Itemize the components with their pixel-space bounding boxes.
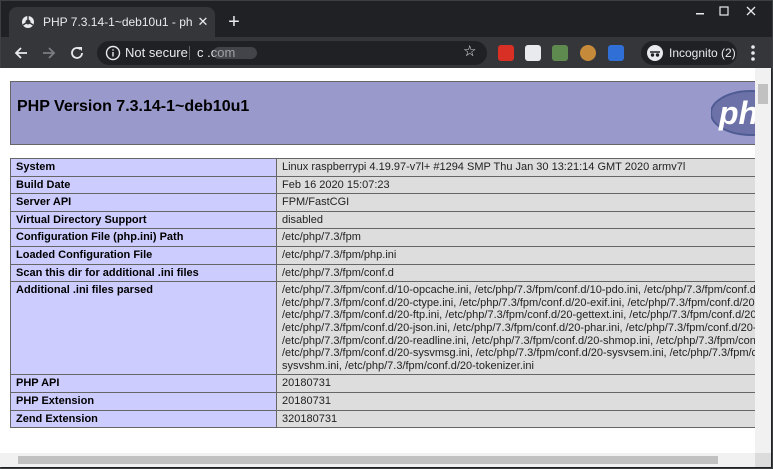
php-logo: php xyxy=(711,90,755,136)
row-value-line: /etc/php/7.3/fpm/conf.d xyxy=(282,266,394,279)
grid-extension-icon[interactable] xyxy=(552,45,568,61)
redacted-url-segment xyxy=(213,47,257,59)
row-value-line: /etc/php/7.3/fpm/conf.d/20-json.ini, /et… xyxy=(282,321,755,334)
phpinfo-header: PHP Version 7.3.14-1~deb10u1 php xyxy=(10,81,755,145)
row-value-line: /etc/php/7.3/fpm/php.ini xyxy=(282,248,397,261)
close-window-button[interactable] xyxy=(738,1,764,21)
minimize-button[interactable] xyxy=(687,1,713,21)
arrow-right-icon xyxy=(43,47,56,59)
tab-strip: PHP 7.3.14-1~deb10u1 - phpinfo() ✕ + xyxy=(1,1,772,37)
row-value: FPM/FastCGI xyxy=(276,193,755,212)
table-row: PHP Extension 20180731 xyxy=(10,391,755,411)
row-key: Build Date xyxy=(10,175,277,195)
row-value-line: disabled xyxy=(282,213,323,226)
row-value-line: FPM/FastCGI xyxy=(282,196,350,209)
table-row: Loaded Configuration File/etc/php/7.3/fp… xyxy=(10,245,755,265)
row-key: Additional .ini files parsed xyxy=(10,281,277,376)
row-value: Feb 16 2020 15:07:23 xyxy=(276,175,755,195)
chrome-globe-icon xyxy=(21,15,35,29)
omnibox-divider xyxy=(189,46,190,60)
table-row: Configuration File (php.ini) Path/etc/ph… xyxy=(10,228,755,247)
forward-button[interactable] xyxy=(37,41,61,65)
stop-extension-icon[interactable] xyxy=(498,45,514,61)
maximize-button[interactable] xyxy=(711,1,737,21)
horizontal-scroll-thumb[interactable] xyxy=(18,456,718,464)
horizontal-scrollbar[interactable] xyxy=(0,453,755,467)
row-value: 20180731 xyxy=(276,374,755,393)
vertical-scrollbar[interactable] xyxy=(755,68,771,453)
row-key: PHP Extension xyxy=(10,391,277,411)
back-button[interactable] xyxy=(9,41,33,65)
scrollbar-corner xyxy=(755,453,771,467)
row-value-line: /etc/php/7.3/fpm/conf.d/20-ftp.ini, /etc… xyxy=(282,309,755,322)
row-value-line: 320180731 xyxy=(282,412,338,425)
row-value-line: /etc/php/7.3/fpm/conf.d/20-sysvmsg.ini, … xyxy=(282,347,755,360)
table-row: Build Date Feb 16 2020 15:07:23 xyxy=(10,175,755,195)
row-value-line: Feb 16 2020 15:07:23 xyxy=(282,178,390,191)
row-value: /etc/php/7.3/fpm/php.ini xyxy=(276,245,755,265)
close-icon xyxy=(746,6,756,16)
row-value: Linux raspberrypi 4.19.97-v7l+ #1294 SMP… xyxy=(276,158,755,177)
row-value-line: /etc/php/7.3/fpm/conf.d/20-ctype.ini, /e… xyxy=(282,296,755,309)
table-row: PHP API 20180731 xyxy=(10,374,755,393)
row-value-line: Linux raspberrypi 4.19.97-v7l+ #1294 SMP… xyxy=(282,161,686,173)
reload-button[interactable] xyxy=(65,41,89,65)
row-value: /etc/php/7.3/fpm xyxy=(276,228,755,247)
table-row: Zend Extension 320180731 xyxy=(10,409,755,429)
row-key: Virtual Directory Support xyxy=(10,210,277,230)
info-icon[interactable] xyxy=(105,45,121,61)
row-key: Configuration File (php.ini) Path xyxy=(10,228,277,247)
row-value: disabled xyxy=(276,210,755,230)
kebab-menu-icon[interactable] xyxy=(743,43,763,63)
tab-close-icon[interactable]: ✕ xyxy=(195,14,211,30)
row-value: 20180731 xyxy=(276,391,755,411)
table-row: Server API FPM/FastCGI xyxy=(10,193,755,212)
row-value-line: 20180731 xyxy=(282,394,331,407)
phpinfo-table: System Linux raspberrypi 4.19.97-v7l+ #12… xyxy=(10,158,755,429)
row-key: Scan this dir for additional .ini files xyxy=(10,263,277,283)
page-title: PHP Version 7.3.14-1~deb10u1 xyxy=(17,98,250,115)
row-value-line: /etc/php/7.3/fpm/conf.d/10-opcache.ini, … xyxy=(282,284,755,297)
reload-icon xyxy=(71,47,83,59)
table-row: System Linux raspberrypi 4.19.97-v7l+ #12… xyxy=(10,158,755,177)
row-key: Zend Extension xyxy=(10,409,277,429)
row-value: /etc/php/7.3/fpm/conf.d/10-opcache.ini, … xyxy=(276,281,755,376)
arrow-left-icon xyxy=(14,47,27,59)
tab-title: PHP 7.3.14-1~deb10u1 - phpinfo() xyxy=(43,15,193,29)
incognito-badge[interactable]: Incognito (2) xyxy=(641,41,737,65)
flag-extension-icon[interactable] xyxy=(608,45,624,61)
page-extension-icon[interactable] xyxy=(525,45,541,61)
row-key: Loaded Configuration File xyxy=(10,245,277,265)
svg-text:php: php xyxy=(718,95,755,131)
table-row: Scan this dir for additional .ini files /… xyxy=(10,263,755,283)
incognito-label: Incognito (2) xyxy=(669,46,736,60)
row-value: /etc/php/7.3/fpm/conf.d xyxy=(276,263,755,283)
table-row: Additional .ini files parsed/etc/php/7.3… xyxy=(10,281,755,376)
cookie-extension-icon[interactable] xyxy=(580,45,596,61)
row-value-line: /etc/php/7.3/fpm/conf.d/20-readline.ini,… xyxy=(282,334,755,347)
minimize-icon xyxy=(696,13,704,15)
address-bar[interactable]: Not secure c .com ☆ xyxy=(97,41,487,65)
maximize-icon xyxy=(719,6,729,16)
security-label[interactable]: Not secure xyxy=(125,45,188,60)
incognito-icon xyxy=(647,45,663,61)
row-key: PHP API xyxy=(10,374,277,393)
row-value-line: 20180731 xyxy=(282,377,331,390)
row-key: Server API xyxy=(10,193,277,212)
browser-tab[interactable]: PHP 7.3.14-1~deb10u1 - phpinfo() ✕ xyxy=(9,7,215,37)
browser-toolbar: Not secure c .com ☆ Incognito (2) xyxy=(1,37,772,69)
new-tab-button[interactable]: + xyxy=(223,11,245,33)
row-value-line: /etc/php/7.3/fpm xyxy=(282,231,361,244)
row-value: 320180731 xyxy=(276,409,755,429)
row-key: System xyxy=(10,158,277,177)
table-row: Virtual Directory Support disabled xyxy=(10,210,755,230)
vertical-scroll-thumb[interactable] xyxy=(758,84,768,104)
star-icon[interactable]: ☆ xyxy=(463,44,479,60)
row-value-line: sysvshm.ini, /etc/php/7.3/fpm/conf.d/20-… xyxy=(282,359,534,372)
page-viewport: PHP Version 7.3.14-1~deb10u1 php System L… xyxy=(0,68,755,453)
